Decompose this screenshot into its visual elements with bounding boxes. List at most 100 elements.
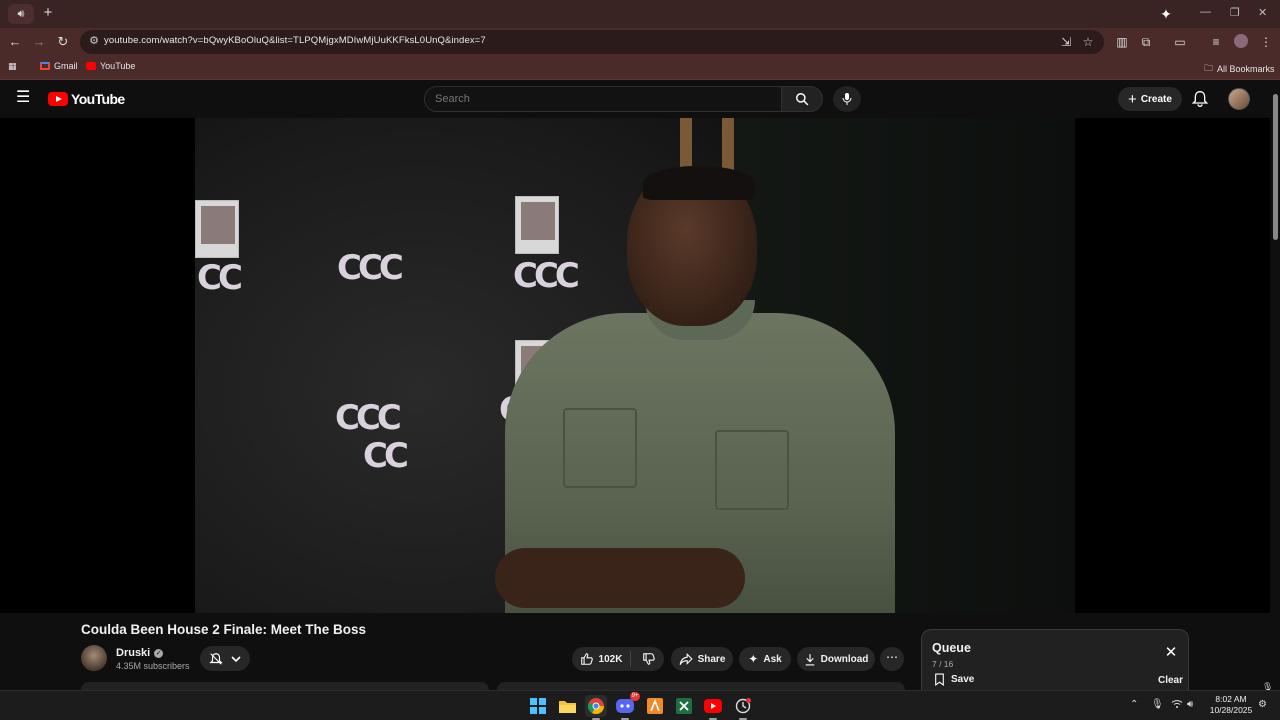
bell-off-icon xyxy=(209,652,223,665)
search-input[interactable] xyxy=(425,87,781,111)
url-text[interactable]: youtube.com/watch?v=bQwyKBoOluQ&list=TLP… xyxy=(104,35,486,46)
save-label: Save xyxy=(951,674,975,685)
all-bookmarks-folder[interactable]: 🗀 All Bookmarks xyxy=(1204,61,1275,77)
bookmark-label: Gmail xyxy=(54,61,78,71)
create-label: Create xyxy=(1140,93,1172,105)
share-label: Share xyxy=(697,653,726,665)
folder-icon: 🗀 xyxy=(1204,63,1214,73)
search-icon xyxy=(796,93,809,106)
microphone-icon xyxy=(842,93,852,105)
comment-preview-box[interactable] xyxy=(497,682,905,690)
media-controls-icon[interactable]: ≡ xyxy=(1208,34,1224,50)
new-tab-button[interactable]: + xyxy=(40,4,56,24)
account-avatar[interactable] xyxy=(1228,88,1250,110)
excel-icon[interactable] xyxy=(673,695,695,717)
minimize-window-icon[interactable]: — xyxy=(1200,6,1211,18)
queue-panel: Queue 7 / 16 ✕ Save Clear xyxy=(921,629,1189,691)
ask-button[interactable]: ✦ Ask xyxy=(739,647,791,671)
notifications-bell-icon[interactable] xyxy=(1191,90,1210,108)
share-button[interactable]: Share xyxy=(671,647,733,671)
back-arrow-icon[interactable]: ← xyxy=(6,33,24,51)
scrollbar-thumb[interactable] xyxy=(1273,94,1278,240)
extensions-puzzle-icon[interactable]: ⧉ xyxy=(1138,34,1154,50)
download-button[interactable]: Download xyxy=(797,647,875,671)
tab-audio-indicator-icon[interactable]: 🔊︎ xyxy=(8,4,34,24)
like-dislike-group: 102K xyxy=(572,647,664,671)
forward-arrow-icon[interactable]: → xyxy=(30,33,48,51)
orange-app-icon[interactable] xyxy=(644,695,666,717)
wifi-icon[interactable] xyxy=(1171,699,1183,712)
thumbs-down-icon xyxy=(643,653,656,665)
discord-notification-badge: 9+ xyxy=(630,692,640,701)
like-button[interactable]: 102K xyxy=(580,651,632,667)
polaroid-photo xyxy=(515,196,559,254)
notification-center-icon[interactable]: ⚙ xyxy=(1258,699,1267,710)
close-icon[interactable]: ✕ xyxy=(1164,645,1178,660)
subscribed-notification-button[interactable] xyxy=(200,646,250,671)
cast-icon[interactable]: ▭ xyxy=(1172,34,1188,50)
tray-overflow-chevron-icon[interactable]: ⌃ xyxy=(1130,699,1138,710)
restore-window-icon[interactable]: ❐ xyxy=(1230,6,1240,19)
dislike-button[interactable] xyxy=(636,652,656,666)
download-icon xyxy=(805,653,814,665)
youtube-app-icon[interactable] xyxy=(702,695,724,720)
video-title: Coulda Been House 2 Finale: Meet The Bos… xyxy=(81,622,367,637)
system-clock[interactable]: 8:02 AM 10/28/2025 xyxy=(1206,694,1256,716)
video-frame[interactable]: CC CCC CCC CCC CC C xyxy=(195,118,1075,613)
queue-clear-button[interactable]: Clear xyxy=(1158,675,1183,686)
video-player[interactable]: CC CCC CCC CCC CC C xyxy=(0,118,1270,613)
create-button[interactable]: + Create xyxy=(1118,87,1182,111)
more-actions-icon[interactable]: ⋯ xyxy=(880,647,904,671)
apps-grid-icon[interactable]: ▦ xyxy=(8,61,17,72)
bookmark-youtube[interactable]: YouTube xyxy=(86,61,135,71)
bookmark-star-icon[interactable]: ☆ xyxy=(1080,34,1096,50)
gemini-sparkle-icon[interactable]: ✦ xyxy=(1156,4,1176,24)
search-button[interactable] xyxy=(781,86,823,112)
reload-icon[interactable]: ↻ xyxy=(54,33,72,51)
install-app-icon[interactable]: ⇲ xyxy=(1058,34,1074,50)
wall-logo-glyph: CCC xyxy=(335,398,402,438)
wall-logo-glyph: CCC xyxy=(513,256,580,296)
bookmark-gmail[interactable]: Gmail xyxy=(40,61,78,71)
youtube-logo[interactable]: YouTube xyxy=(48,91,125,107)
wall-logo-glyph: CC xyxy=(363,436,409,476)
site-info-icon[interactable]: ⚙ xyxy=(86,34,102,50)
discord-icon[interactable]: 9+ xyxy=(614,692,640,720)
windows-taskbar: 9+ ⌃ 🎙︎ 🔊︎ 8:02 AM 10/28/2025 ⚙ xyxy=(0,690,1280,720)
volume-icon[interactable]: 🔊︎ xyxy=(1187,699,1193,710)
search-field-container xyxy=(424,86,782,112)
file-explorer-icon[interactable] xyxy=(556,695,578,717)
person-hair xyxy=(643,166,755,200)
browser-profile-avatar[interactable] xyxy=(1234,34,1248,48)
wall-logo-glyph: CC xyxy=(197,258,243,298)
hamburger-menu-icon[interactable]: ☰ xyxy=(16,90,32,106)
voice-search-button[interactable] xyxy=(833,86,861,112)
queue-position: 7 / 16 xyxy=(932,659,954,669)
page-scrollbar[interactable] xyxy=(1270,80,1280,690)
download-label: Download xyxy=(820,653,869,665)
youtube-favicon-icon xyxy=(86,62,96,70)
person-arms xyxy=(495,548,745,608)
like-count: 102K xyxy=(598,653,623,665)
wall-logo-glyph: CCC xyxy=(337,248,404,288)
plus-icon: + xyxy=(1128,90,1137,108)
description-box[interactable] xyxy=(81,682,489,690)
tray-microphone-icon[interactable]: 🎙︎ xyxy=(1151,699,1164,710)
browser-toolbar: ← → ↻ ⚙ youtube.com/watch?v=bQwyKBoOluQ&… xyxy=(0,28,1280,56)
channel-avatar[interactable] xyxy=(81,645,107,671)
chrome-menu-icon[interactable]: ⋮ xyxy=(1258,34,1274,50)
address-bar[interactable]: ⚙ youtube.com/watch?v=bQwyKBoOluQ&list=T… xyxy=(80,30,1104,54)
queue-save-button[interactable]: Save xyxy=(934,673,974,686)
close-window-icon[interactable]: ✕ xyxy=(1258,6,1267,19)
windows-start-icon[interactable] xyxy=(527,695,549,717)
clock-app-icon[interactable] xyxy=(732,695,754,720)
subscriber-count: 4.35M subscribers xyxy=(116,661,190,671)
clock-time: 8:02 AM xyxy=(1215,694,1247,704)
gmail-icon xyxy=(40,62,50,70)
share-arrow-icon xyxy=(679,652,693,665)
chrome-icon[interactable] xyxy=(585,695,607,720)
channel-name-link[interactable]: Druski ✓ xyxy=(116,647,164,659)
channel-name: Druski xyxy=(116,647,151,659)
extension-icon[interactable]: ▥ xyxy=(1114,34,1130,50)
shirt-pocket xyxy=(715,430,789,510)
